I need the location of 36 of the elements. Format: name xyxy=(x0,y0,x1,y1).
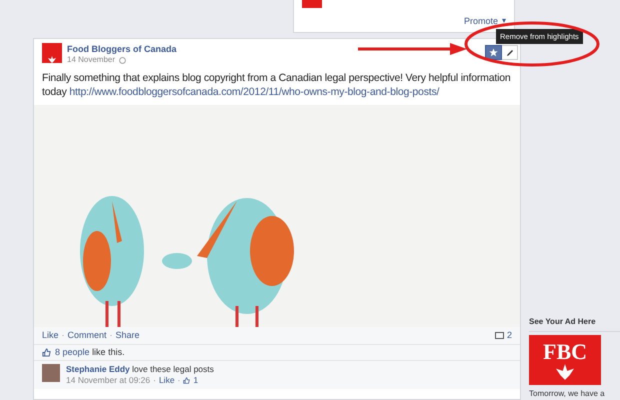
comment-like-link[interactable]: Like xyxy=(158,375,175,386)
comment-time: 14 November at 09:26 xyxy=(66,375,150,386)
pencil-icon xyxy=(506,48,514,56)
author-link[interactable]: Food Bloggers of Canada xyxy=(67,43,177,55)
action-link[interactable]: Comment xyxy=(68,328,107,342)
avatar-placeholder xyxy=(42,364,60,382)
caret-icon[interactable]: ▾ xyxy=(502,15,506,28)
thumbs-up-icon xyxy=(42,348,51,357)
post-text: Finally something that explains blog copyright from a Canadian legal perspective! Very helpful information today http://www.foodbloggersofcanada.com/2012/11/who-owns-my-blog-and-blog-posts/ xyxy=(41,71,512,99)
promote-link[interactable]: Promote xyxy=(464,14,498,28)
maple-leaf-icon xyxy=(556,364,574,380)
post-link[interactable]: http://www.foodbloggersofcanada.com/2012/11/who-owns-my-blog-and-blog-posts/ xyxy=(69,86,440,98)
globe-icon xyxy=(119,56,126,64)
comment-bubble-icon xyxy=(494,332,504,340)
likes-text: 8 people like this. xyxy=(55,346,125,359)
likes-link[interactable]: 8 people xyxy=(55,346,90,357)
separator-text: · xyxy=(153,375,156,386)
star-icon xyxy=(489,48,498,57)
separator-text: · xyxy=(178,375,180,386)
edit-pencil-button[interactable] xyxy=(502,45,518,60)
highlight-star-button[interactable] xyxy=(485,45,502,60)
ad-logo[interactable]: FBC xyxy=(529,335,601,385)
comment-count: 2 xyxy=(506,328,512,342)
action-link[interactable]: Share xyxy=(116,328,140,342)
separator-text: · xyxy=(110,328,113,342)
comment-text: Stephanie Eddy love these legal posts xyxy=(66,364,214,375)
ad-text: Tomorrow, we have a xyxy=(529,388,606,400)
post-date: 14 November xyxy=(67,55,116,65)
commenter-link[interactable]: Stephanie Eddy xyxy=(66,364,130,374)
action-link[interactable]: Like xyxy=(42,328,59,342)
thumbs-up-icon xyxy=(183,377,190,384)
fbc-logo-icon xyxy=(42,43,62,63)
ad-logo-text: FBC xyxy=(543,340,587,364)
ad-title: See Your Ad Here xyxy=(529,316,620,332)
separator-text: · xyxy=(62,328,65,342)
comment-like-count: 1 xyxy=(193,375,198,386)
